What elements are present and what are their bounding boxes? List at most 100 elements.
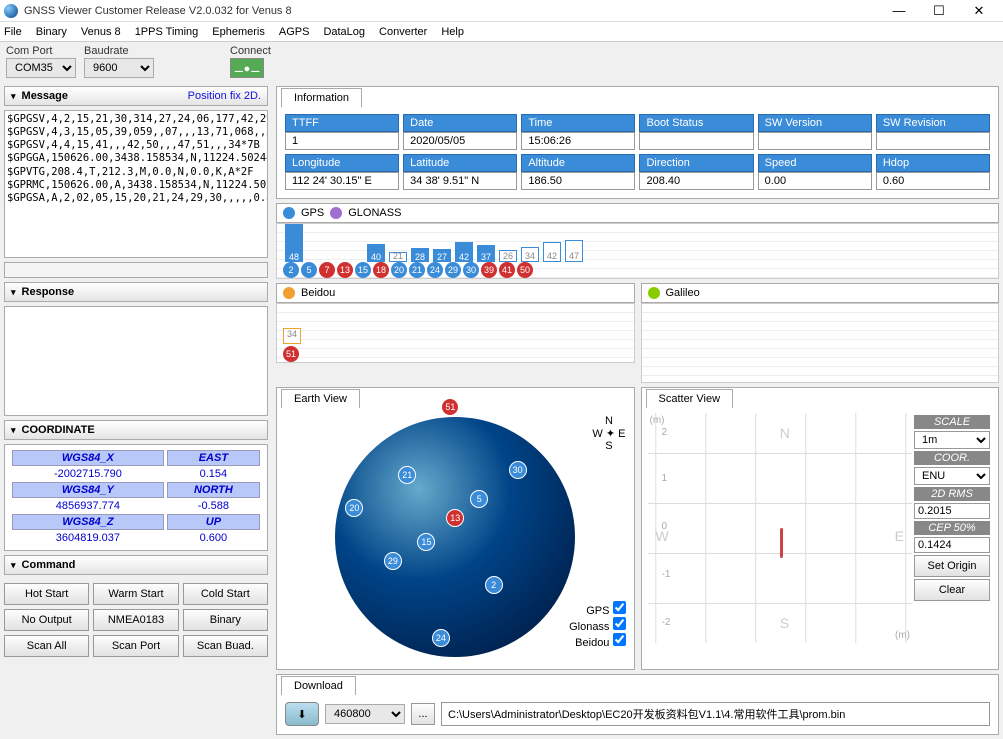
- menu-1pps-timing[interactable]: 1PPS Timing: [135, 26, 199, 38]
- message-log[interactable]: $GPGSV,4,2,15,21,30,314,27,24,06,177,42,…: [4, 110, 268, 258]
- close-button[interactable]: ✕: [959, 3, 999, 19]
- snr-bar: 47: [565, 240, 583, 262]
- scan-port-button[interactable]: Scan Port: [93, 635, 178, 657]
- info-sw-revision: SW Revision: [876, 114, 990, 150]
- earth-view-panel: Earth View 512130513201529224 N W ✦ E S …: [276, 387, 635, 670]
- scan-buad--button[interactable]: Scan Buad.: [183, 635, 268, 657]
- compass-icon: N W ✦ E S: [592, 415, 625, 452]
- tab-information[interactable]: Information: [281, 88, 362, 107]
- tab-earth-view[interactable]: Earth View: [281, 389, 360, 408]
- comport-select[interactable]: COM35: [6, 58, 76, 78]
- clear-button[interactable]: Clear: [914, 579, 990, 601]
- connect-button[interactable]: ⚊●⚊: [230, 58, 264, 78]
- glonass-checkbox[interactable]: [613, 617, 626, 630]
- scan-all-button[interactable]: Scan All: [4, 635, 89, 657]
- menu-binary[interactable]: Binary: [36, 26, 67, 38]
- scatter-plot: (m) (m) N S W E 2 1 0 -1 -2: [648, 413, 913, 643]
- download-button[interactable]: ⬇: [285, 702, 319, 726]
- info-sw-version: SW Version: [758, 114, 872, 150]
- sat-badge: 5: [301, 262, 317, 278]
- sat-badge: 13: [337, 262, 353, 278]
- download-path: C:\Users\Administrator\Desktop\EC20开发板资料…: [441, 702, 990, 726]
- sat-badge: 24: [427, 262, 443, 278]
- rms-value: 0.2015: [914, 503, 990, 519]
- snr-bar: 28: [411, 248, 429, 262]
- earth-legend: GPS Glonass Beidou: [569, 601, 625, 649]
- response-log[interactable]: [4, 306, 268, 416]
- menu-converter[interactable]: Converter: [379, 26, 427, 38]
- tab-download[interactable]: Download: [281, 676, 356, 695]
- scatter-view-panel: Scatter View (m) (m) N S W E 2 1 0 -1 -2: [641, 387, 1000, 670]
- coordinate-header[interactable]: ▾ COORDINATE: [4, 420, 268, 440]
- earth-sat: 24: [432, 629, 450, 647]
- app-icon: [4, 4, 18, 18]
- snr-bar: 42: [455, 242, 473, 262]
- beidou-checkbox[interactable]: [613, 633, 626, 646]
- menubar: File Binary Venus 8 1PPS Timing Ephemeris AGP…: [0, 22, 1003, 42]
- message-header[interactable]: ▾ Message Position fix 2D.: [4, 86, 268, 106]
- cold-start-button[interactable]: Cold Start: [183, 583, 268, 605]
- sat-badge: 41: [499, 262, 515, 278]
- sat-badge: 50: [517, 262, 533, 278]
- collapse-icon: ▾: [11, 91, 16, 102]
- no-output-button[interactable]: No Output: [4, 609, 89, 631]
- minimize-button[interactable]: —: [879, 3, 919, 18]
- download-baud-select[interactable]: 460800: [325, 704, 405, 724]
- sat-badge: 39: [481, 262, 497, 278]
- response-header[interactable]: ▾ Response: [4, 282, 268, 302]
- message-scrollbar[interactable]: [4, 262, 268, 278]
- menu-help[interactable]: Help: [441, 26, 464, 38]
- beidou-bar: 34: [283, 328, 301, 344]
- info-longitude: Longitude112 24' 30.15" E: [285, 154, 399, 190]
- snr-bar: 26: [499, 250, 517, 262]
- coor-select[interactable]: ENU: [914, 467, 990, 485]
- earth-sat: 29: [384, 552, 402, 570]
- collapse-icon: ▾: [11, 560, 16, 571]
- menu-agps[interactable]: AGPS: [279, 26, 310, 38]
- coordinate-table: WGS84_XEAST-2002715.7900.154WGS84_YNORTH…: [4, 444, 268, 551]
- gps-dot-icon: [283, 207, 295, 219]
- collapse-icon: ▾: [11, 425, 16, 436]
- earth-sat: 15: [417, 533, 435, 551]
- nmea0183-button[interactable]: NMEA0183: [93, 609, 178, 631]
- tab-scatter-view[interactable]: Scatter View: [646, 389, 734, 408]
- fix-status: Position fix 2D.: [188, 90, 261, 102]
- menu-venus-8[interactable]: Venus 8: [81, 26, 121, 38]
- menu-ephemeris[interactable]: Ephemeris: [212, 26, 265, 38]
- baudrate-select[interactable]: 9600: [84, 58, 154, 78]
- menu-file[interactable]: File: [4, 26, 22, 38]
- info-altitude: Altitude186.50: [521, 154, 635, 190]
- snr-bar: 48: [285, 224, 303, 262]
- scale-select[interactable]: 1m: [914, 431, 990, 449]
- menu-datalog[interactable]: DataLog: [323, 26, 365, 38]
- browse-button[interactable]: ...: [411, 703, 435, 725]
- snr-bar: 40: [367, 244, 385, 262]
- command-header[interactable]: ▾ Command: [4, 555, 268, 575]
- galileo-panel: Galileo: [641, 283, 1000, 383]
- information-panel: Information TTFF1Date2020/05/05Time15:06…: [276, 86, 999, 199]
- maximize-button[interactable]: ☐: [919, 3, 959, 19]
- command-grid: Hot StartWarm StartCold Start No OutputNM…: [4, 579, 268, 661]
- beidou-dot-icon: [283, 287, 295, 299]
- gps-checkbox[interactable]: [613, 601, 626, 614]
- titlebar: GNSS Viewer Customer Release V2.0.032 fo…: [0, 0, 1003, 22]
- info-date: Date2020/05/05: [403, 114, 517, 150]
- warm-start-button[interactable]: Warm Start: [93, 583, 178, 605]
- scatter-controls: SCALE 1m COOR. ENU 2D RMS 0.2015 CEP 50%…: [912, 413, 992, 643]
- window-title: GNSS Viewer Customer Release V2.0.032 fo…: [24, 5, 879, 17]
- scatter-trace: [780, 528, 783, 558]
- earth-sat: 5: [470, 490, 488, 508]
- snr-bar: 21: [389, 252, 407, 262]
- set-origin-button[interactable]: Set Origin: [914, 555, 990, 577]
- info-ttff: TTFF1: [285, 114, 399, 150]
- earth-sat: 13: [446, 509, 464, 527]
- binary-button[interactable]: Binary: [183, 609, 268, 631]
- sat-badge: 20: [391, 262, 407, 278]
- glonass-dot-icon: [330, 207, 342, 219]
- sat-badge: 15: [355, 262, 371, 278]
- snr-bar: 42: [543, 242, 561, 262]
- download-panel: Download ⬇ 460800 ... C:\Users\Administr…: [276, 674, 999, 735]
- earth-sat: 20: [345, 499, 363, 517]
- connect-label: Connect: [230, 45, 271, 57]
- hot-start-button[interactable]: Hot Start: [4, 583, 89, 605]
